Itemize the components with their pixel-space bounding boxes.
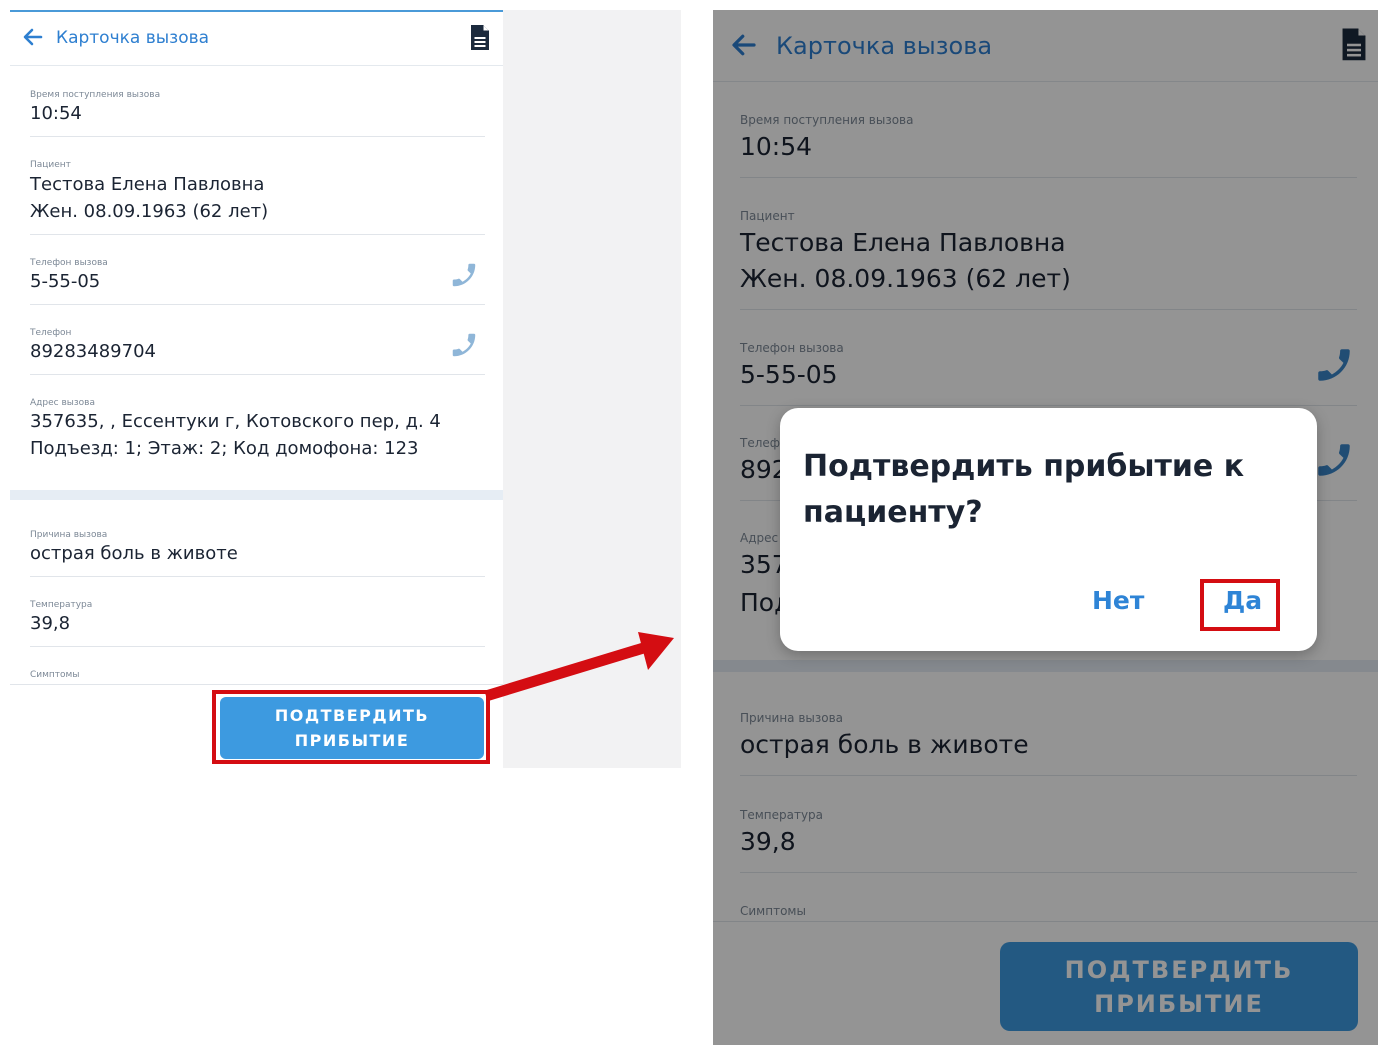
confirm-button-line1: ПОДТВЕРДИТЬ — [274, 706, 430, 725]
arrow-icon — [484, 632, 674, 702]
document-icon[interactable] — [469, 24, 491, 52]
symptoms-label: Симптомы — [30, 670, 80, 680]
address-line1: 357635, , Ессентуки г, Котовского пер, д… — [30, 411, 441, 432]
phone-icon[interactable] — [449, 330, 479, 360]
phone-field: Телефон 89283489704 — [30, 320, 485, 375]
reason-field: Причина вызова острая боль в животе — [30, 522, 485, 577]
reason-value: острая боль в животе — [30, 543, 238, 564]
dialog-title: Подтвердить прибытие к пациенту? — [803, 449, 1245, 530]
phone-icon[interactable] — [449, 260, 479, 290]
left-screenshot: Карточка вызова Время поступления вызова… — [10, 10, 503, 768]
temperature-field: Температура 39,8 — [30, 592, 485, 647]
footer-divider — [10, 684, 503, 685]
app-header: Карточка вызова — [10, 12, 503, 66]
page-title: Карточка вызова — [56, 28, 210, 48]
phone-value: 89283489704 — [30, 341, 156, 362]
address-line2: Подъезд: 1; Этаж: 2; Код домофона: 123 — [30, 438, 419, 459]
address-label: Адрес вызова — [30, 398, 95, 408]
section-divider — [10, 490, 503, 500]
confirm-button-line2: ПРИБЫТИЕ — [294, 731, 410, 750]
arrow-left-icon[interactable] — [21, 25, 45, 49]
phone-label: Телефон — [30, 328, 72, 338]
symptoms-field: Симптомы — [30, 662, 485, 682]
confirm-arrival-button[interactable]: ПОДТВЕРДИТЬ ПРИБЫТИЕ — [220, 697, 484, 759]
call-phone-label: Телефон вызова — [30, 258, 108, 268]
call-phone-value: 5-55-05 — [30, 271, 101, 292]
right-screenshot: Карточка вызова Время поступления вызова… — [713, 10, 1378, 1045]
patient-name: Тестова Елена Павловна — [30, 174, 265, 195]
call-phone-field: Телефон вызова 5-55-05 — [30, 250, 485, 305]
temperature-value: 39,8 — [30, 613, 71, 634]
reason-label: Причина вызова — [30, 530, 108, 540]
call-time-value: 10:54 — [30, 103, 82, 124]
patient-details: Жен. 08.09.1963 (62 лет) — [30, 201, 269, 222]
temperature-label: Температура — [30, 600, 93, 610]
confirm-dialog: Подтвердить прибытие к пациенту? Нет Да — [780, 408, 1317, 651]
patient-label: Пациент — [30, 160, 71, 170]
patient-field: Пациент Тестова Елена Павловна Жен. 08.0… — [30, 152, 485, 235]
dialog-no-button[interactable]: Нет — [1092, 586, 1144, 615]
address-field: Адрес вызова 357635, , Ессентуки г, Кото… — [30, 390, 485, 480]
call-time-field: Время поступления вызова 10:54 — [30, 82, 485, 137]
call-time-label: Время поступления вызова — [30, 90, 161, 100]
dialog-yes-button[interactable]: Да — [1223, 586, 1262, 615]
